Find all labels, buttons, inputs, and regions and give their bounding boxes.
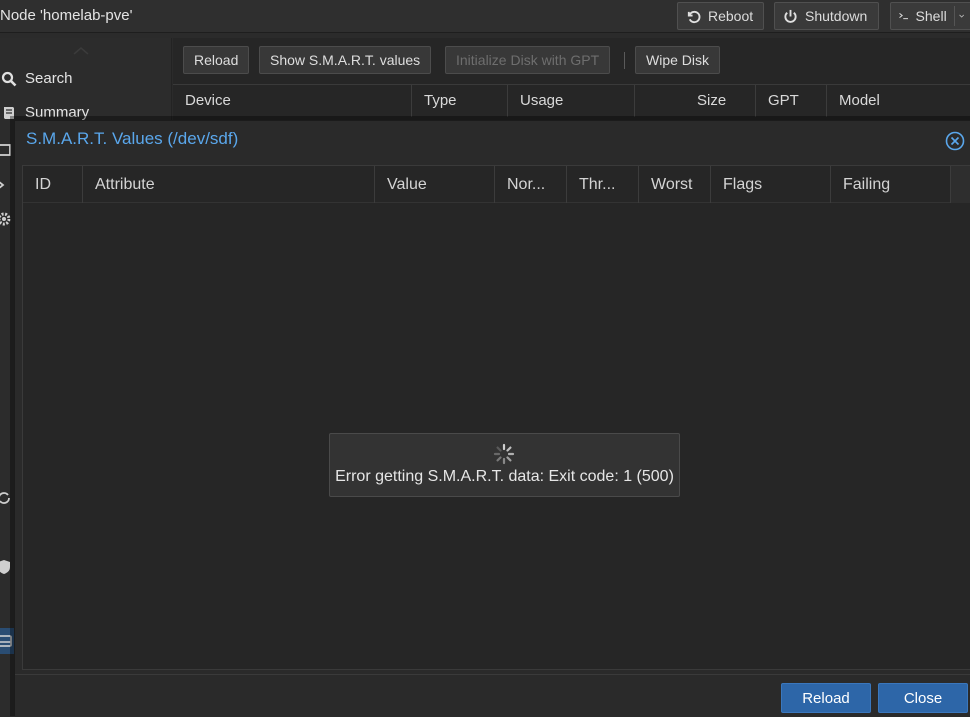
column-normalized[interactable]: Nor...: [495, 166, 545, 203]
reboot-button[interactable]: Reboot: [677, 2, 764, 30]
spinner-icon: [493, 443, 515, 465]
dialog-close-button[interactable]: Close: [878, 683, 968, 713]
terminal-icon: [899, 12, 909, 20]
column-size[interactable]: Size: [685, 85, 726, 117]
toolbar-separator: [624, 52, 625, 69]
initialize-gpt-button[interactable]: Initialize Disk with GPT: [445, 46, 611, 74]
smart-values-grid: ID Attribute Value Nor... Thr... Worst F…: [22, 165, 970, 670]
search-icon: [0, 71, 17, 87]
node-title: Node 'homelab-pve': [0, 7, 133, 24]
close-circle-icon[interactable]: [945, 131, 965, 151]
grid-scrollbar-corner: [950, 166, 970, 203]
reboot-label: Reboot: [708, 8, 754, 24]
dialog-title: S.M.A.R.T. Values (/dev/sdf): [26, 129, 239, 148]
wipe-disk-button[interactable]: Wipe Disk: [635, 46, 721, 74]
disks-grid-header: Device Type Usage Size GPT Model: [173, 84, 970, 117]
chevron-down-icon[interactable]: [958, 11, 964, 21]
column-type[interactable]: Type: [412, 85, 457, 117]
sidebar-item-label: Search: [25, 70, 73, 87]
column-failing[interactable]: Failing: [831, 166, 890, 203]
error-loadmask: Error getting S.M.A.R.T. data: Exit code…: [329, 433, 680, 497]
column-threshold[interactable]: Thr...: [567, 166, 615, 203]
sidebar-item-search[interactable]: Search: [0, 70, 73, 87]
show-smart-button[interactable]: Show S.M.A.R.T. values: [259, 46, 432, 74]
column-model[interactable]: Model: [827, 85, 880, 117]
column-value[interactable]: Value: [375, 166, 427, 203]
dialog-reload-button[interactable]: Reload: [781, 683, 871, 713]
shell-button[interactable]: Shell: [890, 2, 970, 30]
shell-label: Shell: [915, 8, 947, 24]
chevron-up-icon[interactable]: [73, 47, 89, 55]
column-usage[interactable]: Usage: [508, 85, 563, 117]
column-flags[interactable]: Flags: [711, 166, 762, 203]
column-id[interactable]: ID: [23, 166, 51, 203]
error-message: Error getting S.M.A.R.T. data: Exit code…: [335, 468, 674, 485]
dialog-footer: Reload Close: [15, 674, 970, 717]
column-worst[interactable]: Worst: [639, 166, 692, 203]
shutdown-button[interactable]: Shutdown: [774, 2, 879, 30]
column-device[interactable]: Device: [173, 85, 231, 117]
reload-disks-button[interactable]: Reload: [183, 46, 250, 74]
shutdown-label: Shutdown: [805, 8, 868, 24]
smart-grid-header: ID Attribute Value Nor... Thr... Worst F…: [23, 166, 970, 203]
node-header: Node 'homelab-pve' Reboot Shutdown Shell: [0, 0, 970, 33]
column-gpt[interactable]: GPT: [756, 85, 799, 117]
smart-values-dialog: S.M.A.R.T. Values (/dev/sdf) ID Attribut…: [14, 120, 970, 717]
column-attribute[interactable]: Attribute: [83, 166, 155, 203]
reload-icon: [687, 10, 701, 23]
power-icon: [784, 9, 797, 23]
